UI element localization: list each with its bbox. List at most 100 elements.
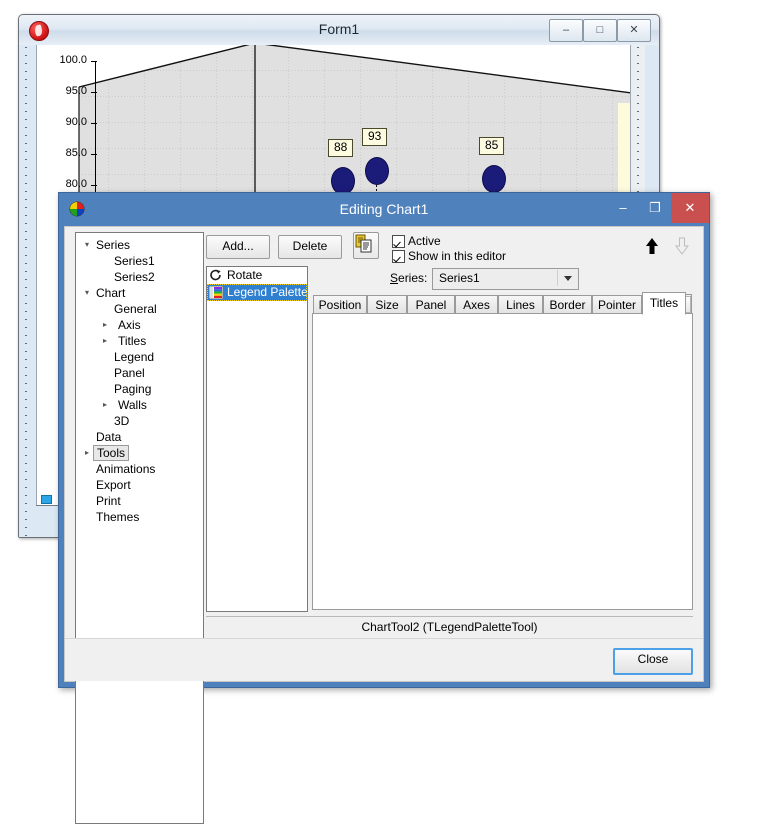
axis-tick-label: 85.0 <box>65 147 87 159</box>
data-point-label: 93 <box>362 128 388 146</box>
tree-item-label: Legend <box>114 350 155 364</box>
dialog-close-button[interactable]: ✕ <box>671 193 709 223</box>
form1-maximize-button[interactable]: □ <box>583 19 617 42</box>
tree-item-label: Print <box>96 494 121 508</box>
minimize-icon: – <box>562 24 570 36</box>
active-label: Active <box>408 234 441 248</box>
series-dropdown-value: Series1 <box>439 271 480 285</box>
tree-item-label: General <box>114 302 157 316</box>
axis-tick <box>91 92 97 93</box>
clone-button[interactable] <box>353 232 379 259</box>
twisty-expanded-icon[interactable]: ▾ <box>80 237 94 253</box>
tool-item-legend-palette[interactable]: Legend Palette <box>207 284 307 301</box>
axis-tick <box>91 154 97 155</box>
data-point-marker[interactable] <box>365 157 389 185</box>
minimize-icon: – <box>619 200 627 215</box>
series-selector-label: Series: <box>390 271 428 285</box>
tree-item-label: Chart <box>96 286 126 300</box>
tree-item-label: Data <box>96 430 122 444</box>
twisty-collapsed-icon[interactable]: ▸ <box>98 397 112 413</box>
tree-item-label: Series2 <box>114 270 155 284</box>
tree-item-themes[interactable]: Themes <box>80 509 203 525</box>
tree-item-export[interactable]: Export <box>80 477 203 493</box>
tree-item-label: Export <box>96 478 131 492</box>
tab-position[interactable]: Position <box>313 295 367 314</box>
tree-item-titles[interactable]: ▸ Titles <box>80 333 203 349</box>
tree-item-label: Walls <box>118 398 147 412</box>
tree-item-3d[interactable]: 3D <box>80 413 203 429</box>
data-point-label: 88 <box>328 139 354 157</box>
tab-size[interactable]: Size <box>367 295 407 314</box>
chevron-down-icon[interactable] <box>557 270 577 286</box>
tree-item-label: Themes <box>96 510 140 524</box>
axis-tick-label: 100.0 <box>59 54 87 66</box>
tree-item-tools[interactable]: ▸ Tools <box>80 445 203 461</box>
tool-item-rotate[interactable]: Rotate <box>207 267 307 284</box>
checkbox-checked-icon[interactable] <box>392 250 405 263</box>
dialog-titlebar[interactable]: Editing Chart1 – ❐ ✕ <box>59 193 709 226</box>
property-tabstrip[interactable]: Position Size Panel Axes Lines Border Po… <box>312 292 693 315</box>
close-button[interactable]: Close <box>613 648 693 675</box>
tree-item-general[interactable]: General <box>80 301 203 317</box>
tree-item-series2[interactable]: Series2 <box>80 269 203 285</box>
tree-item-print[interactable]: Print <box>80 493 203 509</box>
tree-item-axis[interactable]: ▸ Axis <box>80 317 203 333</box>
data-point-marker[interactable] <box>482 165 506 193</box>
close-icon: ✕ <box>629 24 639 36</box>
clone-icon <box>355 234 372 253</box>
form1-close-button[interactable]: ✕ <box>617 19 651 42</box>
tree-item-panel[interactable]: Panel <box>80 365 203 381</box>
chart-editor-tree[interactable]: ▾ Series Series1 Series2 ▾ Chart General ▸… <box>75 232 204 824</box>
tree-item-label: 3D <box>114 414 130 428</box>
twisty-expanded-icon[interactable]: ▾ <box>80 285 94 301</box>
tree-item-chart[interactable]: ▾ Chart <box>80 285 203 301</box>
data-point-marker[interactable] <box>331 167 355 195</box>
tree-item-label: Animations <box>96 462 156 476</box>
axis-tick-label: 80.0 <box>65 178 87 190</box>
arrow-up-icon[interactable] <box>643 236 661 256</box>
tree-item-paging[interactable]: Paging <box>80 381 203 397</box>
series-dropdown[interactable]: Series1 <box>432 268 579 290</box>
axis-tick <box>91 185 97 186</box>
tree-item-label: Tools <box>93 445 130 461</box>
tree-item-legend[interactable]: Legend <box>80 349 203 365</box>
tree-item-series1[interactable]: Series1 <box>80 253 203 269</box>
editing-chart-dialog[interactable]: Editing Chart1 – ❐ ✕ ▾ Series Series1 Ser… <box>58 192 710 824</box>
form1-titlebar[interactable]: Form1 – □ ✕ <box>19 15 659 46</box>
tab-border[interactable]: Border <box>543 295 592 314</box>
axis-tick <box>91 61 97 62</box>
tab-pointer[interactable]: Pointer <box>592 295 642 314</box>
tree-item-label: Titles <box>118 334 147 348</box>
designer-left-gutter <box>19 45 36 537</box>
tree-item-label: Paging <box>114 382 152 396</box>
tree-item-data[interactable]: Data <box>80 429 203 445</box>
twisty-collapsed-icon[interactable]: ▸ <box>80 445 94 461</box>
form1-minimize-button[interactable]: – <box>549 19 583 42</box>
maximize-icon: □ <box>596 24 604 36</box>
arrow-down-icon <box>675 237 689 255</box>
tool-item-label: Rotate <box>227 268 263 282</box>
dialog-maximize-button[interactable]: ❐ <box>639 193 671 223</box>
resize-handle[interactable] <box>41 495 52 504</box>
axis-tick-label: 90.0 <box>65 116 87 128</box>
tree-item-series[interactable]: ▾ Series <box>80 237 203 253</box>
tab-panel[interactable]: Panel <box>407 295 455 314</box>
close-icon: ✕ <box>684 200 696 215</box>
tree-item-label: Series1 <box>114 254 155 268</box>
add-button[interactable]: Add... <box>206 235 270 259</box>
twisty-collapsed-icon[interactable]: ▸ <box>98 333 112 349</box>
checkbox-checked-icon[interactable] <box>392 235 405 248</box>
tab-axes[interactable]: Axes <box>455 295 498 314</box>
tree-item-walls[interactable]: ▸ Walls <box>80 397 203 413</box>
tab-titles[interactable]: Titles <box>642 292 686 315</box>
dialog-bottom-bar: Close <box>65 638 703 681</box>
series-label-rest: eries: <box>398 271 428 285</box>
tab-lines[interactable]: Lines <box>498 295 543 314</box>
axis-tick-label: 95.0 <box>65 85 87 97</box>
twisty-collapsed-icon[interactable]: ▸ <box>98 317 112 333</box>
dialog-minimize-button[interactable]: – <box>607 193 639 223</box>
delete-button[interactable]: Delete <box>278 235 342 259</box>
tool-item-label: Legend Palette <box>227 285 308 299</box>
tree-item-animations[interactable]: Animations <box>80 461 203 477</box>
tools-list[interactable]: Rotate Legend Palette <box>206 266 308 612</box>
